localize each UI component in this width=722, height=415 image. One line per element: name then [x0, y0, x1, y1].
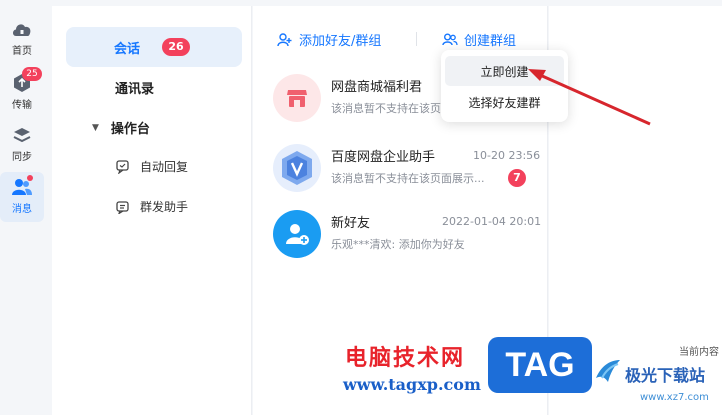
conversation-time: 10-20 23:56 [473, 149, 541, 162]
conversation-preview: 该消息暂不支持在该页面展示... [331, 172, 485, 185]
nav-auto-reply[interactable]: 自动回复 [116, 158, 188, 175]
broadcast-icon [116, 200, 130, 214]
watermark-tag-logo: TAG [488, 337, 592, 393]
nav-contacts[interactable]: 通讯录 [115, 78, 154, 97]
sessions-badge: 26 [162, 38, 190, 56]
nav-console[interactable]: ▼ 操作台 [92, 118, 150, 137]
nav-contacts-label: 通讯录 [115, 82, 155, 97]
add-friend-label: 添加好友/群组 [299, 34, 382, 49]
shop-icon [287, 90, 307, 107]
watermark-brand-name: 极光下载站 [625, 366, 706, 385]
content-note: 当前内容 [679, 347, 719, 358]
nav-auto-reply-label: 自动回复 [140, 160, 189, 174]
group-icon [442, 33, 458, 45]
nav-sessions[interactable]: 会话 26 [66, 27, 242, 67]
conversation-item[interactable]: 百度网盘企业助手 10-20 23:56 该消息暂不支持在该页面展示... 7 [273, 144, 543, 200]
rail-item-messages[interactable]: 消息 [0, 172, 44, 222]
conversation-name: 新好友 [331, 216, 371, 231]
conversation-name: 网盘商城福利君 [331, 80, 423, 95]
watermark-brand-url: www.xz7.com [640, 392, 709, 403]
conversation-item[interactable]: 新好友 2022-01-04 20:01 乐观***清欢: 添加你为好友 [273, 210, 543, 266]
nav-broadcast[interactable]: 群发助手 [116, 198, 188, 215]
sync-icon [9, 124, 35, 146]
new-friend-icon [286, 224, 309, 245]
watermark-site-url: www.tagxp.com [343, 375, 481, 394]
shop-avatar [273, 74, 321, 122]
nav-broadcast-label: 群发助手 [140, 200, 189, 214]
conversation-name: 百度网盘企业助手 [331, 150, 436, 165]
transfer-badge: 25 [22, 67, 42, 81]
app-window: 首页 传输 同步 消息 25 会话 26 通讯录 ▼ 操作台 自动回复 群发助手… [0, 0, 722, 415]
create-group-button[interactable]: 创建群组 [442, 30, 516, 49]
rail-label: 传输 [12, 100, 32, 111]
conversation-preview: 乐观***清欢: 添加你为好友 [331, 238, 465, 251]
add-person-icon [277, 32, 292, 46]
add-friend-button[interactable]: 添加好友/群组 [277, 30, 381, 49]
watermark-site-name: 电脑技术网 [345, 345, 466, 371]
conversation-time: 2022-01-04 20:01 [442, 215, 542, 228]
icon-rail: 首页 传输 同步 消息 25 [0, 0, 46, 415]
enterprise-avatar [273, 144, 321, 192]
aurora-logo-icon [596, 360, 620, 382]
rail-label: 同步 [12, 152, 32, 163]
rail-item-home[interactable]: 首页 [0, 14, 44, 64]
rail-label: 首页 [12, 46, 32, 57]
create-group-label: 创建群组 [464, 34, 517, 49]
caret-down-icon: ▼ [92, 122, 99, 133]
cloud-home-icon [9, 18, 35, 40]
rail-item-sync[interactable]: 同步 [0, 120, 44, 170]
new-friend-avatar [273, 210, 321, 258]
rail-label: 消息 [12, 204, 32, 215]
enterprise-shield-icon [282, 151, 312, 185]
unread-badge: 7 [508, 169, 526, 187]
nav-console-label: 操作台 [110, 122, 150, 137]
unread-dot [27, 175, 33, 181]
toolbar-divider [416, 32, 417, 46]
annotation-arrow [528, 69, 651, 126]
nav-sessions-label: 会话 [114, 42, 141, 57]
auto-reply-icon [116, 159, 130, 174]
message-nav-panel: 会话 26 通讯录 ▼ 操作台 自动回复 群发助手 [52, 6, 252, 415]
